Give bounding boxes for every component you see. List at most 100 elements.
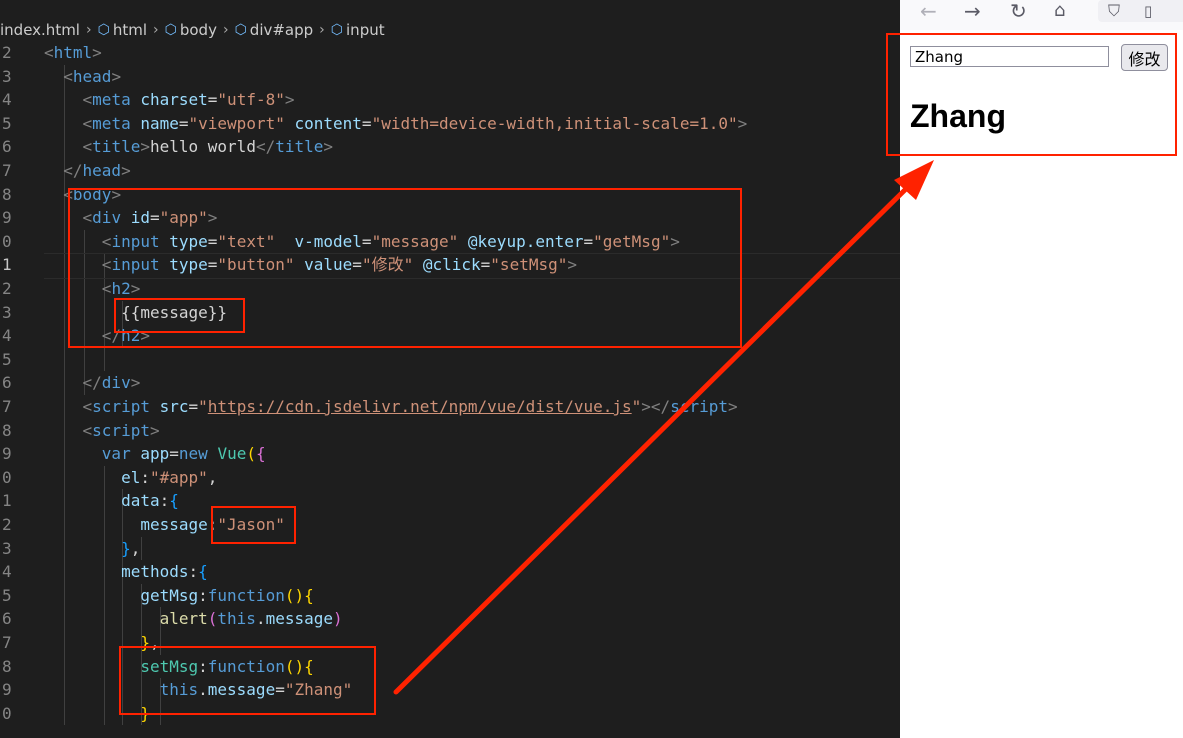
code-line[interactable]: 8 <script> [0,419,900,443]
home-icon[interactable]: ⌂ [1054,0,1065,22]
code-token: var [101,444,131,464]
chevron-right-icon: › [153,22,159,38]
browser-toolbar: ← → ↻ ⌂ ⛉ ▯ [900,0,1183,30]
breadcrumb-item-body[interactable]: ⬡ body [165,21,217,39]
code-token: < [82,397,93,416]
line-number: 0 [2,231,12,251]
code-token: div [101,373,131,393]
code-line[interactable]: 6 alert(this.message) [0,607,900,631]
code-token: . [255,609,266,629]
code-token: script [92,397,150,416]
element-cube-icon: ⬡ [164,22,177,38]
code-token: < [82,137,93,157]
code-text: <title>hello world</title> [44,135,334,159]
code-token: meta [92,113,131,133]
code-line[interactable]: 2 <html> [0,41,900,65]
line-number: 3 [2,302,12,322]
code-token: head [82,161,122,180]
code-token: methods [121,562,189,582]
line-number: 5 [2,113,12,133]
code-token: > [121,161,131,180]
code-token: > [284,90,295,110]
code-token: : [188,562,199,582]
code-text: <meta charset="utf-8"> [44,88,295,112]
breadcrumb-item-label: html [112,21,147,39]
reload-icon[interactable]: ↻ [1010,0,1027,22]
code-line[interactable]: 9 var app=new Vue({ [0,442,900,466]
code-text: <script src="https://cdn.jsdelivr.net/np… [44,395,738,419]
code-line[interactable]: 7 <script src="https://cdn.jsdelivr.net/… [0,395,900,419]
back-arrow-icon[interactable]: ← [920,0,937,22]
breadcrumb-item-input[interactable]: ⬡ input [331,21,385,39]
code-token: new [178,444,208,464]
code-line[interactable]: 4 methods:{ [0,560,900,584]
code-line[interactable]: 0 el:"#app", [0,466,900,490]
breadcrumb-item-html[interactable]: ⬡ html [98,21,147,39]
line-number: 7 [2,633,12,652]
code-token: this [217,609,256,629]
line-number: 5 [2,585,12,605]
code-token: ( [246,444,256,464]
line-number: 2 [2,515,12,534]
line-number: 5 [2,349,12,369]
code-token: head [72,66,112,86]
code-token: "utf-8" [217,90,285,110]
code-token: title [275,137,324,157]
code-line[interactable]: 5 [0,348,900,372]
breadcrumb-file[interactable]: index.html [0,21,80,39]
line-number: 1 [2,491,12,511]
element-cube-icon: ⬡ [97,22,110,38]
url-bar[interactable]: ⛉ ▯ [1098,0,1183,22]
code-token: , [130,538,141,558]
annotation-box-initial-value [211,506,296,544]
code-token: < [82,113,93,133]
code-token: </ [82,373,102,393]
code-editor[interactable]: index.html › ⬡ html › ⬡ body › ⬡ div#app… [0,0,900,738]
code-token: Vue [217,444,247,464]
code-line[interactable]: 3 <head> [0,65,900,89]
code-line[interactable]: 6 <title>hello world</title> [0,135,900,159]
line-number: 8 [2,184,12,204]
code-line[interactable]: 5 getMsg:function(){ [0,584,900,608]
code-line[interactable]: 2 message:"Jason" [0,513,900,537]
code-line[interactable]: 3 }, [0,537,900,561]
code-text: el:"#app", [44,466,217,490]
code-line[interactable]: 5 <meta name="viewport" content="width=d… [0,112,900,136]
code-token: https://cdn.jsdelivr.net/npm/vue/dist/vu… [207,397,632,416]
code-token: </ [255,137,276,157]
code-token: "#app" [149,467,208,487]
code-line[interactable]: 1 data:{ [0,489,900,513]
code-line[interactable]: 7 </head> [0,159,900,183]
code-token: function [207,585,285,605]
shield-icon[interactable]: ⛉ [1108,0,1120,22]
code-token: , [207,467,218,487]
line-number: 9 [2,444,12,464]
code-token: : [198,585,208,605]
code-token: ) [333,609,343,629]
code-token: > [111,66,122,86]
code-token: el [121,467,141,487]
code-token: > [727,397,738,416]
line-number: 4 [2,562,12,582]
code-line[interactable]: 6 </div> [0,371,900,395]
line-number: 6 [2,609,12,629]
page-icon: ▯ [1144,2,1153,20]
breadcrumb-item-div-app[interactable]: ⬡ div#app [235,21,314,39]
code-token: hello world [149,137,256,157]
code-token: " [631,397,642,416]
code-line[interactable]: 4 <meta charset="utf-8"> [0,88,900,112]
chevron-right-icon: › [319,22,325,38]
forward-arrow-icon[interactable]: → [964,0,981,22]
chevron-right-icon: › [85,22,92,38]
